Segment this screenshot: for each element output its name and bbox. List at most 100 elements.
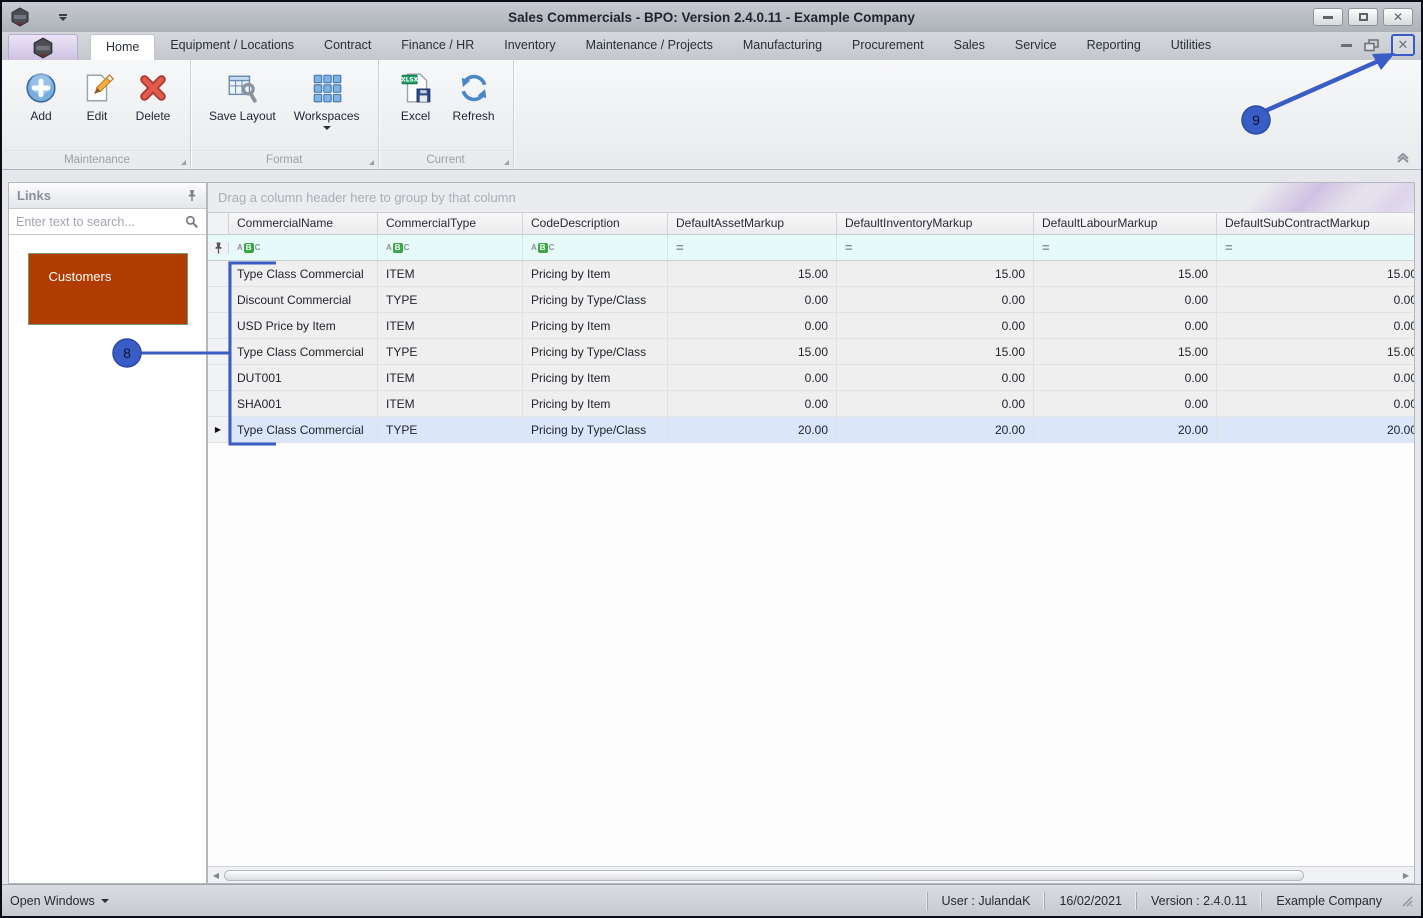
tab-equipment-locations[interactable]: Equipment / Locations	[155, 32, 309, 60]
grid-cell[interactable]: ITEM	[378, 365, 523, 390]
grid-cell[interactable]: 0.00	[1034, 287, 1217, 312]
grid-cell[interactable]: 15.00	[1034, 339, 1217, 364]
add-button[interactable]: Add	[16, 68, 66, 125]
quick-access-dropdown-icon[interactable]	[58, 13, 68, 21]
grid-cell[interactable]: 0.00	[837, 365, 1034, 390]
grid-cell[interactable]: 15.00	[1217, 261, 1414, 286]
grid-cell[interactable]: 0.00	[1217, 365, 1414, 390]
minimize-button[interactable]	[1313, 8, 1343, 26]
refresh-button[interactable]: Refresh	[447, 68, 501, 125]
grid-cell[interactable]: Pricing by Type/Class	[523, 417, 668, 442]
filter-cell-defaultinventorymarkup[interactable]: =	[837, 235, 1034, 260]
grid-cell[interactable]: 0.00	[668, 313, 837, 338]
save-layout-button[interactable]: Save Layout	[203, 68, 282, 125]
table-row[interactable]: DUT001 ITEM Pricing by Item 0.00 0.00 0.00 0.0…	[208, 365, 1414, 391]
table-row[interactable]: Type Class Commercial ITEM Pricing by Item…	[208, 261, 1414, 287]
grid-cell[interactable]: 0.00	[1034, 313, 1217, 338]
grid-cell[interactable]: ITEM	[378, 313, 523, 338]
grid-cell[interactable]: 0.00	[668, 287, 837, 312]
grid-cell[interactable]: Pricing by Item	[523, 391, 668, 416]
grid-cell[interactable]: 0.00	[668, 365, 837, 390]
grid-cell[interactable]: Pricing by Type/Class	[523, 287, 668, 312]
sidebar-link-customers[interactable]: Customers	[27, 253, 188, 325]
grid-cell[interactable]: Pricing by Item	[523, 313, 668, 338]
grid-cell[interactable]: ITEM	[378, 391, 523, 416]
grid-cell[interactable]: 0.00	[1034, 391, 1217, 416]
workspaces-button[interactable]: Workspaces	[288, 68, 366, 132]
collapse-ribbon-icon[interactable]	[1395, 153, 1411, 163]
grid-cell[interactable]: Pricing by Type/Class	[523, 339, 668, 364]
scrollbar-thumb[interactable]	[224, 869, 1304, 881]
tab-inventory[interactable]: Inventory	[489, 32, 570, 60]
tab-contract[interactable]: Contract	[309, 32, 386, 60]
column-header-defaultlabourmarkup[interactable]: DefaultLabourMarkup	[1034, 213, 1217, 234]
tab-maintenance-projects[interactable]: Maintenance / Projects	[571, 32, 728, 60]
tab-home[interactable]: Home	[90, 34, 156, 60]
horizontal-scrollbar[interactable]: ◀ ▶	[208, 866, 1414, 883]
tab-utilities[interactable]: Utilities	[1156, 32, 1226, 60]
grid-cell[interactable]: SHA001	[229, 391, 378, 416]
pin-icon[interactable]	[186, 189, 198, 202]
column-header-commercialname[interactable]: CommercialName	[229, 213, 378, 234]
grid-cell[interactable]: 20.00	[837, 417, 1034, 442]
grid-cell[interactable]: TYPE	[378, 287, 523, 312]
column-header-defaultinventorymarkup[interactable]: DefaultInventoryMarkup	[837, 213, 1034, 234]
table-row[interactable]: USD Price by Item ITEM Pricing by Item 0.00…	[208, 313, 1414, 339]
table-row[interactable]: Type Class Commercial TYPE Pricing by Type…	[208, 339, 1414, 365]
maximize-button[interactable]	[1348, 8, 1378, 26]
grid-cell[interactable]: 0.00	[1217, 313, 1414, 338]
table-row[interactable]: SHA001 ITEM Pricing by Item 0.00 0.00 0.00 0.0…	[208, 391, 1414, 417]
window-close-highlight-box[interactable]: ✕	[1391, 34, 1415, 56]
tab-sales[interactable]: Sales	[939, 32, 1000, 60]
grid-cell[interactable]: TYPE	[378, 417, 523, 442]
grid-cell[interactable]: Pricing by Item	[523, 261, 668, 286]
grid-cell[interactable]: 15.00	[1034, 261, 1217, 286]
open-windows-button[interactable]: Open Windows	[10, 894, 109, 908]
scroll-left-icon[interactable]: ◀	[211, 871, 221, 880]
filter-cell-defaultsubcontractmarkup[interactable]: =	[1217, 235, 1414, 260]
grid-cell[interactable]: 15.00	[668, 261, 837, 286]
filter-cell-defaultassetmarkup[interactable]: =	[668, 235, 837, 260]
tab-reporting[interactable]: Reporting	[1072, 32, 1156, 60]
tab-finance-hr[interactable]: Finance / HR	[386, 32, 489, 60]
application-menu-button[interactable]	[8, 34, 78, 60]
edit-button[interactable]: Edit	[72, 68, 122, 125]
group-dialog-launcher-icon[interactable]	[503, 160, 509, 165]
filter-cell-commercialname[interactable]: ABC	[229, 235, 378, 260]
tab-procurement[interactable]: Procurement	[837, 32, 939, 60]
table-row[interactable]: ▶ Type Class Commercial TYPE Pricing by Typ…	[208, 417, 1414, 443]
search-icon[interactable]	[185, 215, 199, 229]
grid-cell[interactable]: 20.00	[1034, 417, 1217, 442]
grid-cell[interactable]: Pricing by Item	[523, 365, 668, 390]
float-window-icon[interactable]	[1364, 38, 1379, 52]
grid-cell[interactable]: 0.00	[1034, 365, 1217, 390]
tab-manufacturing[interactable]: Manufacturing	[728, 32, 837, 60]
grid-cell[interactable]: Type Class Commercial	[229, 417, 378, 442]
grid-cell[interactable]: 0.00	[837, 313, 1034, 338]
tab-service[interactable]: Service	[1000, 32, 1072, 60]
grid-cell[interactable]: 0.00	[1217, 287, 1414, 312]
grid-cell[interactable]: TYPE	[378, 339, 523, 364]
group-dialog-launcher-icon[interactable]	[181, 160, 186, 165]
column-header-codedescription[interactable]: CodeDescription	[523, 213, 668, 234]
grid-cell[interactable]: 15.00	[837, 261, 1034, 286]
grid-cell[interactable]: 0.00	[837, 391, 1034, 416]
column-header-defaultsubcontractmarkup[interactable]: DefaultSubContractMarkup	[1217, 213, 1414, 234]
resize-grip[interactable]	[1400, 894, 1413, 907]
grid-cell[interactable]: USD Price by Item	[229, 313, 378, 338]
grid-cell[interactable]: Type Class Commercial	[229, 339, 378, 364]
column-header-defaultassetmarkup[interactable]: DefaultAssetMarkup	[668, 213, 837, 234]
grid-cell[interactable]: ITEM	[378, 261, 523, 286]
grid-cell[interactable]: Discount Commercial	[229, 287, 378, 312]
grid-cell[interactable]: Type Class Commercial	[229, 261, 378, 286]
grid-cell[interactable]: 0.00	[668, 391, 837, 416]
filter-cell-codedescription[interactable]: ABC	[523, 235, 668, 260]
grid-cell[interactable]: 20.00	[1217, 417, 1414, 442]
grid-cell[interactable]: 15.00	[1217, 339, 1414, 364]
excel-button[interactable]: XLSX Excel	[391, 68, 441, 125]
grid-cell[interactable]: DUT001	[229, 365, 378, 390]
delete-button[interactable]: Delete	[128, 68, 178, 125]
close-button[interactable]: ✕	[1383, 8, 1413, 26]
filter-cell-commercialtype[interactable]: ABC	[378, 235, 523, 260]
grid-cell[interactable]: 20.00	[668, 417, 837, 442]
